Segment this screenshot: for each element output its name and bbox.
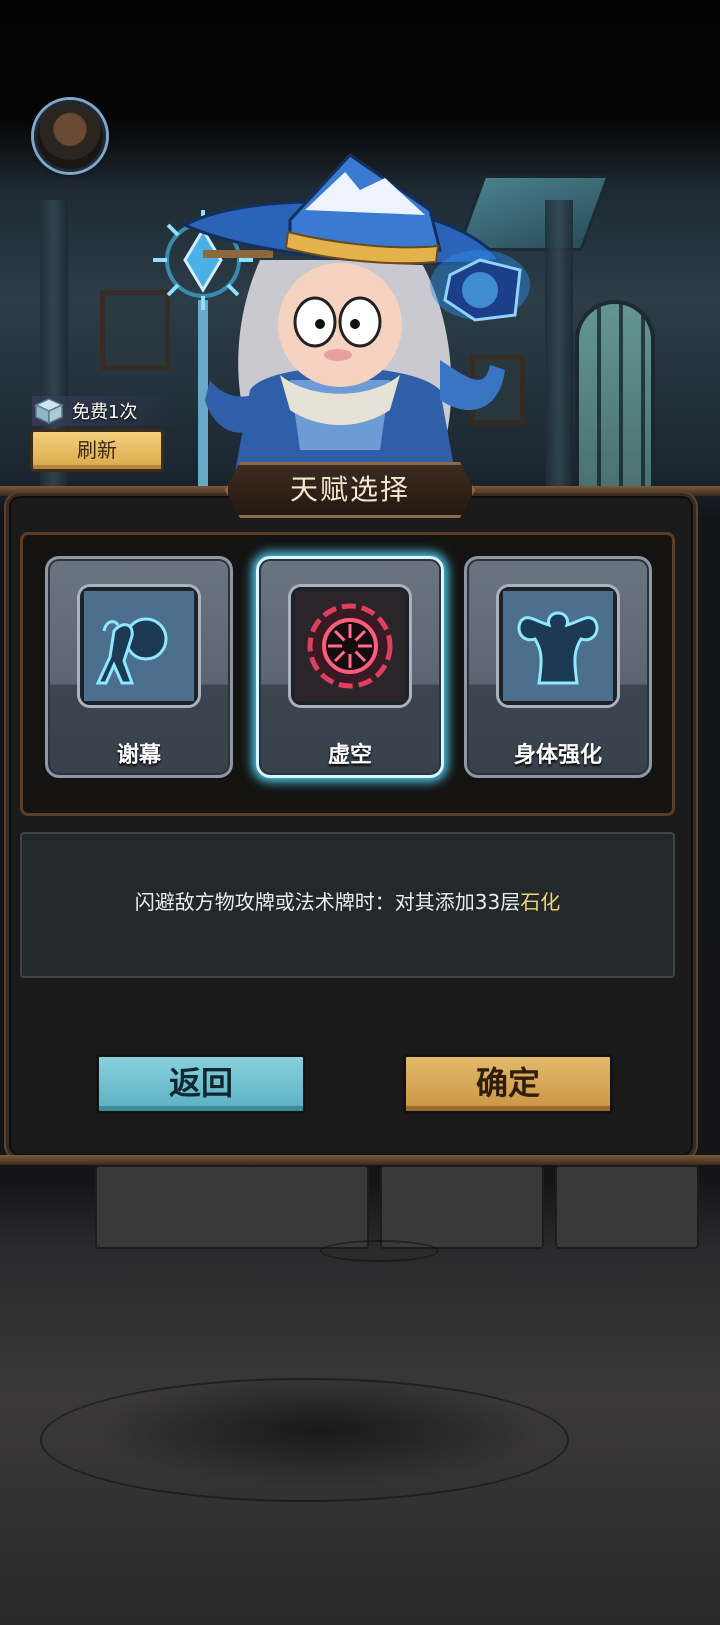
game-scene: 免费1次 刷新 天赋选择 谢幕 虚空 身体强化 闪避敌方物攻牌或法术牌时：对其添…	[0, 0, 720, 1625]
description-highlight: 石化	[520, 890, 561, 914]
talent-icon-frame	[499, 587, 617, 705]
back-button[interactable]: 返回	[96, 1054, 306, 1114]
talent-name: 虚空	[327, 743, 372, 768]
player-avatar[interactable]	[34, 100, 106, 172]
flexing-torso-icon	[503, 591, 613, 701]
wizard-character	[153, 153, 530, 500]
talent-card-xiemu[interactable]: 谢幕	[45, 556, 233, 778]
floor-hole	[40, 1378, 569, 1502]
floor-crack	[320, 1240, 439, 1262]
talent-icon-frame	[291, 587, 409, 705]
cube-icon	[34, 398, 64, 425]
free-refresh-label: 免费1次	[72, 402, 138, 423]
panel-title: 天赋选择	[225, 462, 475, 518]
wall-block	[95, 1165, 369, 1249]
wall-block	[555, 1165, 699, 1249]
talent-icon-frame	[80, 587, 198, 705]
hunched-figure-icon	[84, 591, 194, 701]
talent-name: 身体强化	[513, 743, 602, 768]
pillar	[545, 200, 573, 500]
talent-card-xukong[interactable]: 虚空	[256, 556, 444, 778]
refresh-button[interactable]: 刷新	[30, 429, 164, 472]
arched-window	[575, 300, 655, 490]
talent-card-body-enhance[interactable]: 身体强化	[464, 556, 652, 778]
confirm-button[interactable]: 确定	[403, 1054, 613, 1114]
free-refresh-counter: 免费1次	[32, 396, 182, 426]
description-text: 闪避敌方物攻牌或法术牌时：对其添加33层	[134, 890, 521, 914]
talent-name: 谢幕	[116, 743, 161, 768]
void-eye-icon	[295, 591, 405, 701]
wall-block	[380, 1165, 544, 1249]
talent-description-box: 闪避敌方物攻牌或法术牌时：对其添加33层石化	[20, 832, 675, 978]
talent-description: 闪避敌方物攻牌或法术牌时：对其添加33层石化	[22, 886, 673, 915]
panel-trim-bottom	[0, 1155, 720, 1165]
